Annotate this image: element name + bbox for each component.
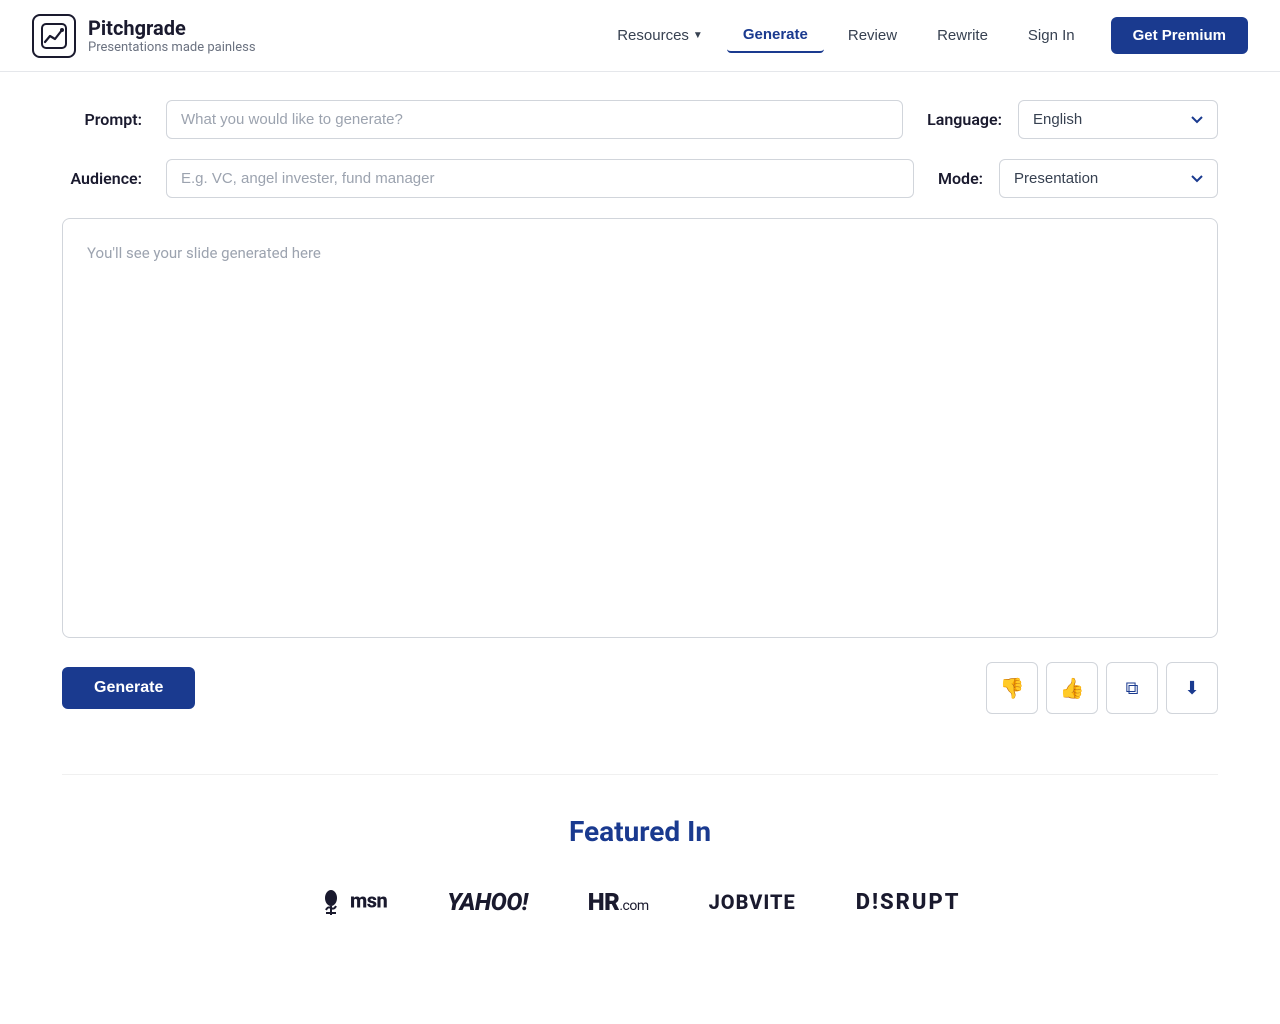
get-premium-button[interactable]: Get Premium — [1111, 17, 1248, 54]
language-label: Language: — [927, 110, 1002, 129]
thumbs-up-icon: 👍 — [1060, 676, 1085, 701]
audience-label: Audience: — [62, 169, 142, 188]
copy-icon: ⧉ — [1126, 678, 1139, 699]
audience-row: Audience: Mode: Presentation Document Re… — [62, 159, 1218, 198]
action-row: Generate 👎 👍 ⧉ ⬇ — [62, 662, 1218, 714]
dislike-button[interactable]: 👎 — [986, 662, 1038, 714]
featured-logo-jobvite: JOBVITE — [709, 890, 796, 914]
mode-group: Mode: Presentation Document Report — [938, 159, 1218, 198]
generate-button[interactable]: Generate — [62, 667, 195, 709]
featured-logo-disrupt: D!SRUPT — [856, 890, 961, 915]
like-button[interactable]: 👍 — [1046, 662, 1098, 714]
language-select[interactable]: English Spanish French German Chinese — [1018, 100, 1218, 139]
chevron-down-icon: ▼ — [693, 30, 703, 41]
feedback-buttons: 👎 👍 ⧉ ⬇ — [986, 662, 1218, 714]
mode-label: Mode: — [938, 169, 983, 188]
featured-logo-hr: HR.com — [588, 888, 649, 916]
logo-icon — [32, 14, 76, 58]
featured-title: Featured In — [62, 815, 1218, 848]
nav-review[interactable]: Review — [832, 19, 913, 52]
main-content: Prompt: Language: English Spanish French… — [30, 72, 1250, 984]
featured-logo-msn: msn — [320, 888, 388, 916]
nav-resources[interactable]: Resources ▼ — [601, 19, 719, 52]
featured-section: Featured In msn YAHOO! HR.com JOBVITE — [62, 774, 1218, 956]
brand-tagline: Presentations made painless — [88, 40, 256, 55]
prompt-label: Prompt: — [62, 110, 142, 129]
featured-logo-yahoo: YAHOO! — [447, 888, 528, 916]
logo[interactable]: Pitchgrade Presentations made painless — [32, 14, 256, 58]
prompt-row: Prompt: Language: English Spanish French… — [62, 100, 1218, 139]
mode-select[interactable]: Presentation Document Report — [999, 159, 1218, 198]
main-nav: Resources ▼ Generate Review Rewrite Sign… — [601, 17, 1248, 54]
copy-button[interactable]: ⧉ — [1106, 662, 1158, 714]
brand-name: Pitchgrade — [88, 16, 256, 40]
language-group: Language: English Spanish French German … — [927, 100, 1218, 139]
nav-generate[interactable]: Generate — [727, 18, 824, 53]
header: Pitchgrade Presentations made painless R… — [0, 0, 1280, 72]
nav-rewrite[interactable]: Rewrite — [921, 19, 1004, 52]
download-button[interactable]: ⬇ — [1166, 662, 1218, 714]
featured-logos: msn YAHOO! HR.com JOBVITE D!SRUPT — [62, 888, 1218, 916]
download-icon: ⬇ — [1184, 678, 1199, 699]
audience-input[interactable] — [166, 159, 914, 198]
nav-signin[interactable]: Sign In — [1012, 19, 1091, 52]
slide-output-area: You'll see your slide generated here — [62, 218, 1218, 638]
brand-text: Pitchgrade Presentations made painless — [88, 16, 256, 55]
thumbs-down-icon: 👎 — [1000, 676, 1025, 701]
slide-placeholder-text: You'll see your slide generated here — [87, 244, 321, 262]
prompt-input[interactable] — [166, 100, 903, 139]
